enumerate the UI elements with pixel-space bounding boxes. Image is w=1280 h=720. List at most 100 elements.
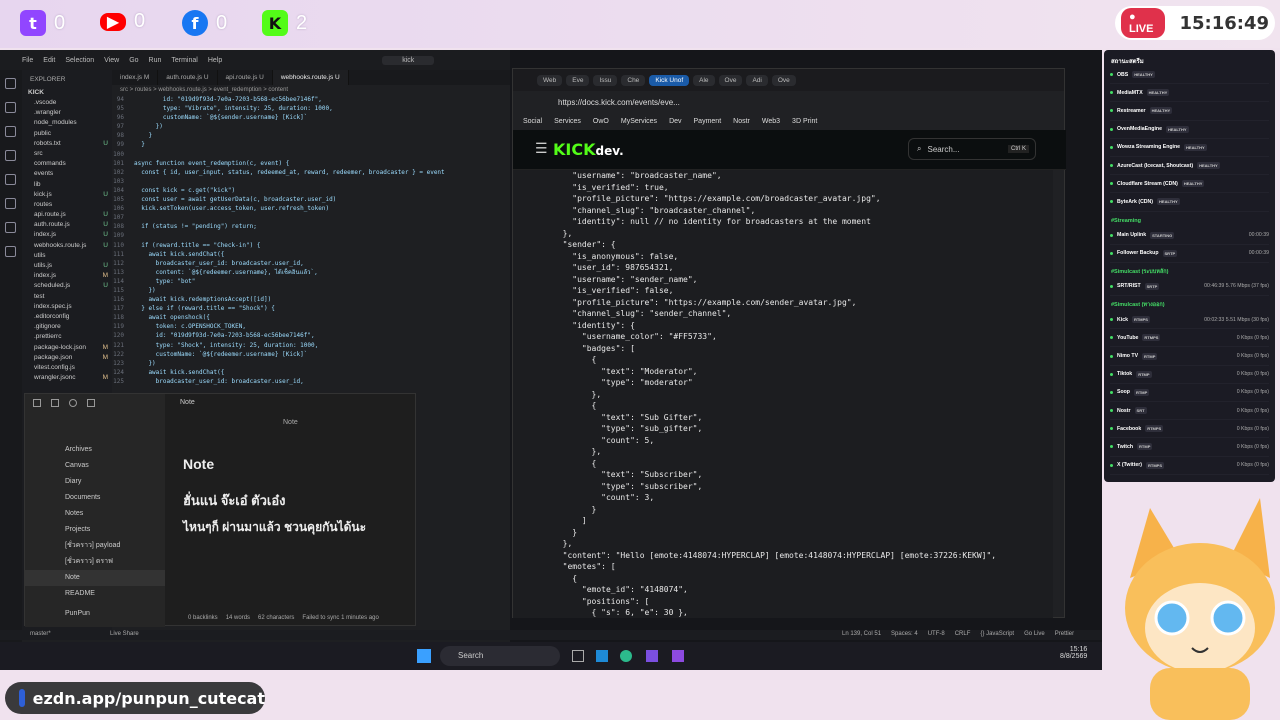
explorer-item[interactable]: webhooks.route.js U: [22, 241, 112, 251]
url-text[interactable]: https://docs.kick.com/events/eve...: [558, 98, 680, 107]
explorer-root[interactable]: KICK: [22, 89, 112, 98]
explorer-item[interactable]: .editorconfig: [22, 312, 112, 322]
task-view-icon[interactable]: [572, 650, 584, 662]
menu-run[interactable]: Run: [149, 57, 162, 64]
editor-tab[interactable]: auth.route.js U: [158, 70, 218, 85]
sync-status[interactable]: Failed to sync 1 minutes ago: [302, 615, 378, 621]
extensions-icon[interactable]: [5, 174, 16, 185]
status-item[interactable]: Go Live: [1024, 631, 1045, 637]
browser-tab[interactable]: Web: [537, 74, 563, 86]
editor-tab[interactable]: webhooks.route.js U: [272, 70, 349, 85]
profile-link[interactable]: ezdn.app/punpun_cutecat: [33, 689, 265, 708]
notes-tree-item[interactable]: Projects: [25, 522, 165, 538]
menu-edit[interactable]: Edit: [43, 57, 55, 64]
explorer-item[interactable]: index.js M: [22, 271, 112, 281]
notes-window-title[interactable]: Note: [180, 399, 195, 406]
git-branch[interactable]: master*: [30, 631, 51, 637]
bookmark-folder[interactable]: Web3: [762, 118, 780, 125]
explorer-item[interactable]: index.js U: [22, 230, 112, 240]
notes-tree-item[interactable]: README: [25, 586, 165, 602]
bookmark-folder[interactable]: Social: [523, 118, 542, 125]
address-bar[interactable]: https://docs.kick.com/events/eve...: [513, 91, 1064, 113]
windows-start-icon[interactable]: [417, 649, 431, 663]
explorer-item[interactable]: package-lock.json M: [22, 343, 112, 353]
status-item[interactable]: Prettier: [1055, 631, 1074, 637]
folder-icon[interactable]: [51, 399, 59, 407]
explorer-item[interactable]: lib: [22, 180, 112, 190]
explorer-item[interactable]: .wrangler: [22, 108, 112, 118]
explorer-item[interactable]: test: [22, 292, 112, 302]
taskbar-clock[interactable]: 15:16 8/8/2569: [1060, 646, 1087, 660]
menu-view[interactable]: View: [104, 57, 119, 64]
run-debug-icon[interactable]: [5, 150, 16, 161]
explorer-item[interactable]: utils: [22, 251, 112, 261]
notes-tree-item[interactable]: Documents: [25, 490, 165, 506]
menu-icon[interactable]: ☰: [535, 140, 548, 157]
menu-help[interactable]: Help: [208, 57, 222, 64]
explorer-item[interactable]: index.spec.js: [22, 302, 112, 312]
notes-tree-item[interactable]: Notes: [25, 506, 165, 522]
notes-tree-item[interactable]: Archives: [25, 442, 165, 458]
status-item[interactable]: Ln 139, Col 51: [842, 631, 881, 637]
explorer-item[interactable]: .gitignore: [22, 322, 112, 332]
live-share[interactable]: Live Share: [110, 631, 139, 637]
explorer-item[interactable]: .prettierrc: [22, 332, 112, 342]
explorer-item[interactable]: utils.js U: [22, 261, 112, 271]
bookmark-folder[interactable]: Dev: [669, 118, 681, 125]
bookmark-folder[interactable]: MyServices: [621, 118, 657, 125]
status-item[interactable]: CRLF: [955, 631, 971, 637]
app-taskbar-icon[interactable]: [672, 650, 684, 662]
browser-tab[interactable]: Che: [621, 74, 646, 86]
explorer-item[interactable]: .vscode: [22, 98, 112, 108]
browser-taskbar-icon[interactable]: [620, 650, 632, 662]
bookmark-folder[interactable]: OwO: [593, 118, 609, 125]
explorer-item[interactable]: kick.js U: [22, 190, 112, 200]
browser-tab[interactable]: Ale: [693, 74, 715, 86]
notes-tree-item[interactable]: [ชั่วคราว] payload: [25, 538, 165, 554]
explorer-item[interactable]: public: [22, 129, 112, 139]
kick-logo[interactable]: KICKdev.: [553, 140, 624, 159]
docker-icon[interactable]: [5, 246, 16, 257]
browser-tab[interactable]: Ove: [718, 74, 743, 86]
notes-tree-item[interactable]: Note: [25, 570, 165, 586]
bookmark-folder[interactable]: Payment: [694, 118, 722, 125]
status-item[interactable]: {} JavaScript: [980, 631, 1014, 637]
vault-name[interactable]: PunPun: [65, 610, 90, 617]
browser-tab[interactable]: Issu: [593, 74, 618, 86]
explorer-item[interactable]: routes: [22, 200, 112, 210]
browser-tab[interactable]: Ove: [771, 74, 796, 86]
explorer-item[interactable]: src: [22, 149, 112, 159]
explorer-item[interactable]: package.json M: [22, 353, 112, 363]
browser-tab[interactable]: Eve: [566, 74, 590, 86]
vscode-taskbar-icon[interactable]: [596, 650, 608, 662]
explorer-item[interactable]: vitest.config.js: [22, 363, 112, 373]
bookmark-folder[interactable]: Nostr: [733, 118, 750, 125]
explorer-item[interactable]: wrangler.jsonc M: [22, 373, 112, 383]
menu-file[interactable]: File: [22, 57, 33, 64]
explorer-item[interactable]: events: [22, 169, 112, 179]
source-control-icon[interactable]: [5, 126, 16, 137]
status-item[interactable]: Spaces: 4: [891, 631, 918, 637]
sidebar-toggle-icon[interactable]: [33, 399, 41, 407]
explorer-item[interactable]: node_modules: [22, 118, 112, 128]
search-icon[interactable]: [5, 102, 16, 113]
explorer-icon[interactable]: [5, 78, 16, 89]
bookmark-folder[interactable]: 3D Print: [792, 118, 817, 125]
menu-selection[interactable]: Selection: [65, 57, 94, 64]
notes-tree-item[interactable]: Canvas: [25, 458, 165, 474]
taskbar-search[interactable]: Search: [440, 646, 560, 666]
backlinks-count[interactable]: 0 backlinks: [188, 615, 218, 621]
editor-tab[interactable]: api.route.js U: [218, 70, 273, 85]
explorer-item[interactable]: commands: [22, 159, 112, 169]
menu-go[interactable]: Go: [129, 57, 138, 64]
explorer-item[interactable]: scheduled.js U: [22, 281, 112, 291]
explorer-item[interactable]: robots.txt U: [22, 139, 112, 149]
notes-tree-item[interactable]: [ชั่วคราว] ดราฟ: [25, 554, 165, 570]
code-area[interactable]: 94 id: "019d9f93d-7e0a-7203-b568-ec56bee…: [112, 95, 510, 386]
editor-tab[interactable]: index.js M: [112, 70, 159, 85]
explorer-item[interactable]: auth.route.js U: [22, 220, 112, 230]
browser-tab[interactable]: Kick Unof: [649, 74, 690, 86]
status-item[interactable]: UTF-8: [928, 631, 945, 637]
explorer-item[interactable]: api.route.js U: [22, 210, 112, 220]
obsidian-taskbar-icon[interactable]: [646, 650, 658, 662]
